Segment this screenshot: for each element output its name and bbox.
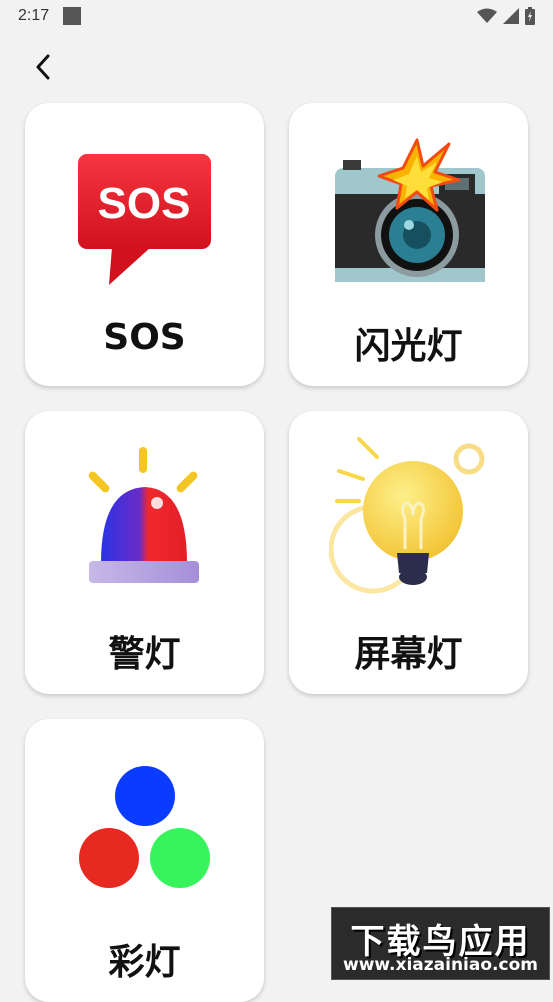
police-light-card[interactable]: 警灯 (25, 411, 264, 694)
light-bulb-icon (329, 437, 485, 594)
rgb-circles-icon (79, 766, 210, 888)
chevron-left-icon (36, 54, 50, 80)
card-label: 屏幕灯 (354, 634, 463, 675)
sos-card[interactable]: SOS SOS (25, 103, 264, 386)
signal-icon (503, 8, 519, 24)
watermark-url: www.xiazainiao.com (343, 955, 538, 975)
svg-text:SOS: SOS (98, 179, 191, 228)
status-right (477, 7, 535, 25)
card-label: SOS (103, 317, 186, 358)
card-label: 彩灯 (108, 942, 181, 983)
back-button[interactable] (26, 50, 60, 84)
color-light-card[interactable]: 彩灯 (25, 719, 264, 1002)
sos-bubble-icon: SOS (78, 154, 211, 285)
flashlight-card[interactable]: 闪光灯 (289, 103, 528, 386)
screen-light-card[interactable]: 屏幕灯 (289, 411, 528, 694)
card-label: 警灯 (108, 634, 181, 675)
police-siren-icon (88, 447, 199, 583)
notification-square-icon (63, 7, 82, 25)
camera-flash-icon (335, 138, 485, 282)
card-label: 闪光灯 (354, 326, 463, 367)
status-bar: 2:17 (0, 0, 553, 32)
watermark-logo: 下载鸟应用 www.xiazainiao.com (331, 907, 550, 980)
status-left: 2:17 (18, 7, 82, 25)
wifi-icon (477, 8, 497, 23)
battery-icon (525, 7, 535, 25)
status-time: 2:17 (18, 7, 50, 24)
